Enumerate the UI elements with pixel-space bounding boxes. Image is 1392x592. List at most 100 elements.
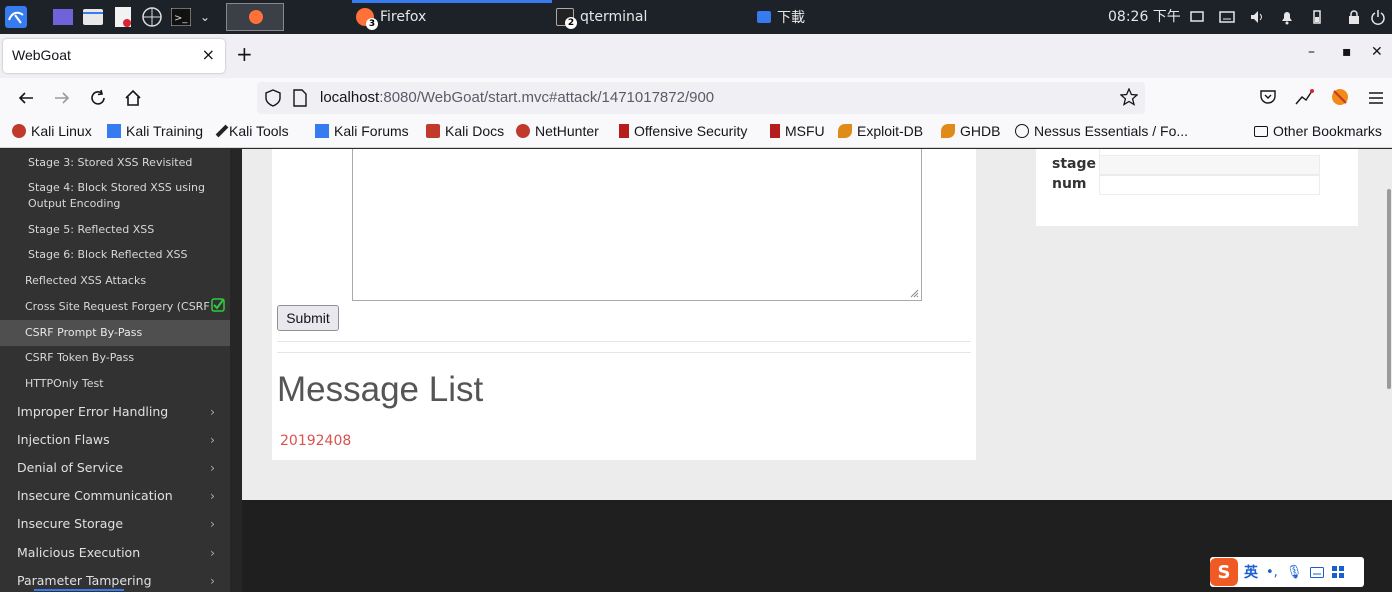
- ime-language-toggle[interactable]: 英: [1244, 562, 1258, 582]
- url-path: :8080/WebGoat/start.mvc#attack/147101787…: [379, 89, 715, 106]
- bookmark-label: Offensive Security: [634, 123, 748, 139]
- sidebar-reflected-xss[interactable]: Reflected XSS Attacks: [25, 273, 146, 289]
- text-editor-icon[interactable]: [112, 6, 134, 28]
- addon-icon[interactable]: [1331, 88, 1349, 106]
- sidebar-stage-6[interactable]: Stage 6: Block Reflected XSS: [28, 247, 187, 263]
- lesson-sidebar: Stage 3: Stored XSS Revisited Stage 4: B…: [0, 149, 230, 592]
- ime-toolbar[interactable]: S 英 •, 🎙: [1210, 557, 1364, 587]
- sidebar-csrf-prompt-bypass[interactable]: CSRF Prompt By-Pass: [25, 325, 142, 341]
- category-improper-error-handling[interactable]: Improper Error Handling ›: [17, 404, 227, 419]
- bell-icon[interactable]: [1279, 9, 1295, 25]
- bookmark-kali-docs[interactable]: Kali Docs: [426, 123, 504, 139]
- message-textarea[interactable]: [352, 149, 922, 301]
- workspace-preview[interactable]: [226, 3, 284, 31]
- category-insecure-storage[interactable]: Insecure Storage ›: [17, 516, 227, 531]
- folder-icon: [1254, 125, 1268, 137]
- param-value-num: [1099, 175, 1320, 195]
- msfu-icon: [770, 124, 780, 138]
- forward-button[interactable]: [50, 86, 74, 110]
- back-button[interactable]: [14, 86, 38, 110]
- task-firefox[interactable]: 3 Firefox: [356, 0, 426, 34]
- category-label: Injection Flaws: [17, 432, 110, 447]
- file-manager-icon[interactable]: [82, 6, 104, 28]
- maximize-button[interactable]: ▪: [1342, 44, 1352, 60]
- window-close-button[interactable]: ✕: [1371, 44, 1383, 60]
- kali-training-icon: [107, 124, 121, 138]
- kali-menu-icon[interactable]: [5, 6, 27, 28]
- sogou-logo[interactable]: S: [1210, 558, 1238, 586]
- clock[interactable]: 08:26 下午: [1108, 0, 1181, 34]
- chevron-down-icon[interactable]: ⌄: [194, 6, 216, 28]
- message-list-title: Message List: [277, 370, 484, 409]
- task-label: Firefox: [380, 9, 427, 25]
- category-insecure-communication[interactable]: Insecure Communication ›: [17, 488, 227, 503]
- power-icon[interactable]: [1370, 9, 1386, 25]
- chevron-right-icon: ›: [210, 460, 215, 475]
- url-text[interactable]: localhost:8080/WebGoat/start.mvc#attack/…: [320, 89, 714, 106]
- sidebar-stage-3[interactable]: Stage 3: Stored XSS Revisited: [28, 155, 192, 171]
- scroll-indicator: [34, 589, 124, 591]
- bookmark-nessus[interactable]: Nessus Essentials / Fo...: [1015, 123, 1188, 139]
- microphone-icon[interactable]: 🎙: [1286, 565, 1303, 580]
- task-downloads[interactable]: 下載: [757, 0, 805, 34]
- close-icon[interactable]: ×: [202, 45, 215, 64]
- shield-icon[interactable]: [265, 89, 281, 107]
- keyboard-icon[interactable]: [1219, 9, 1235, 25]
- sidebar-stage-4[interactable]: Stage 4: Block Stored XSS using Output E…: [28, 180, 218, 212]
- bookmark-msfu[interactable]: MSFU: [770, 123, 825, 139]
- new-tab-button[interactable]: +: [236, 42, 253, 66]
- category-malicious-execution[interactable]: Malicious Execution ›: [17, 545, 227, 560]
- bookmark-kali-linux[interactable]: Kali Linux: [12, 123, 92, 139]
- bookmark-kali-training[interactable]: Kali Training: [107, 123, 203, 139]
- lock-icon[interactable]: [1346, 9, 1362, 25]
- category-label: Insecure Storage: [17, 516, 124, 531]
- firefox-icon: 3: [356, 8, 378, 30]
- bookmark-ghdb[interactable]: GHDB: [941, 123, 1000, 139]
- bookmark-offensive-security[interactable]: Offensive Security: [619, 123, 747, 139]
- bookmark-label: Other Bookmarks: [1273, 123, 1382, 139]
- punctuation-icon[interactable]: •,: [1266, 565, 1278, 580]
- bookmark-label: Kali Training: [126, 123, 204, 139]
- pocket-icon[interactable]: [1259, 88, 1277, 106]
- page-icon[interactable]: [293, 89, 307, 107]
- minimize-button[interactable]: –: [1308, 44, 1315, 60]
- home-button[interactable]: [121, 86, 145, 110]
- tab-webgoat[interactable]: WebGoat ×: [3, 39, 225, 73]
- sidebar-stage-5[interactable]: Stage 5: Reflected XSS: [28, 222, 154, 238]
- chevron-right-icon: ›: [210, 516, 215, 531]
- show-desktop-icon[interactable]: [52, 6, 74, 28]
- submit-button[interactable]: Submit: [277, 305, 339, 331]
- bookmark-other[interactable]: Other Bookmarks: [1254, 123, 1382, 139]
- bookmark-exploit-db[interactable]: Exploit-DB: [838, 123, 923, 139]
- menu-button[interactable]: [1364, 86, 1388, 110]
- star-icon[interactable]: [1120, 88, 1138, 106]
- sidebar-httponly-test[interactable]: HTTPOnly Test: [25, 376, 104, 392]
- notification-window-icon[interactable]: [1189, 9, 1205, 25]
- volume-icon[interactable]: [1249, 9, 1265, 25]
- bookmark-kali-forums[interactable]: Kali Forums: [315, 123, 409, 139]
- grid-menu-icon[interactable]: [1332, 566, 1345, 578]
- resize-handle-icon[interactable]: [910, 289, 919, 298]
- bookmark-kali-tools[interactable]: Kali Tools: [215, 123, 289, 139]
- task-qterminal[interactable]: 2 qterminal: [556, 0, 647, 34]
- globe-icon: [1015, 124, 1029, 138]
- bookmark-nethunter[interactable]: NetHunter: [516, 123, 599, 139]
- message-link[interactable]: 20192408: [280, 433, 351, 449]
- chevron-right-icon: ›: [210, 432, 215, 447]
- keyboard-icon[interactable]: [1310, 566, 1325, 578]
- reload-button[interactable]: [86, 86, 110, 110]
- category-denial-of-service[interactable]: Denial of Service ›: [17, 460, 227, 475]
- extensions-icon[interactable]: [1294, 88, 1314, 106]
- battery-icon[interactable]: [1309, 9, 1325, 25]
- sidebar-csrf-token-bypass[interactable]: CSRF Token By-Pass: [25, 350, 134, 366]
- category-parameter-tampering[interactable]: Parameter Tampering ›: [17, 573, 227, 588]
- web-browser-icon[interactable]: [141, 6, 163, 28]
- webpage: Stage 3: Stored XSS Revisited Stage 4: B…: [0, 149, 1392, 592]
- terminal-icon[interactable]: >_: [170, 6, 192, 28]
- category-label: Parameter Tampering: [17, 573, 152, 588]
- home-icon: [125, 89, 141, 106]
- category-injection-flaws[interactable]: Injection Flaws ›: [17, 432, 227, 447]
- sidebar-csrf[interactable]: Cross Site Request Forgery (CSRF: [25, 299, 210, 315]
- folder-icon: [757, 11, 771, 23]
- scrollbar-thumb[interactable]: [1387, 189, 1391, 389]
